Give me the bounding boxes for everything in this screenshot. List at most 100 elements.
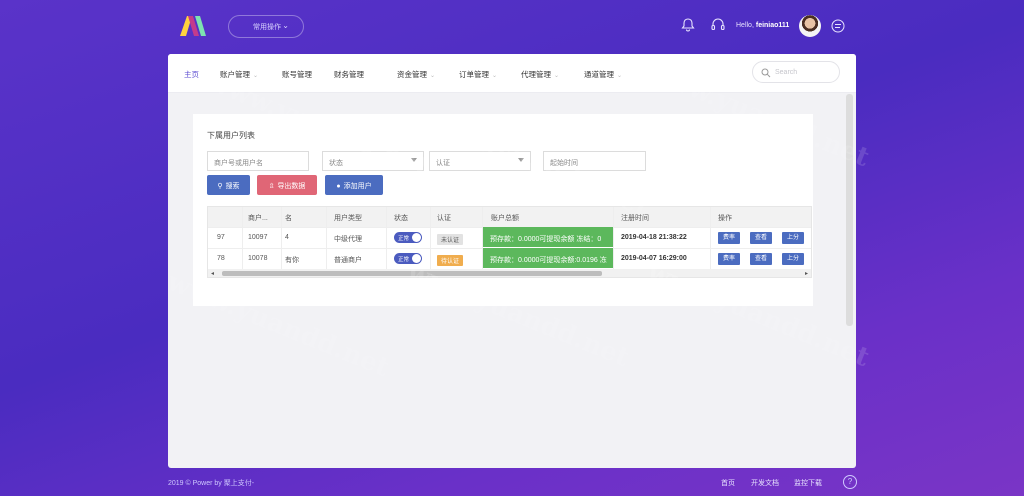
- chevron-down-icon: ⌄: [617, 73, 623, 79]
- user-type: 中级代理: [334, 236, 362, 243]
- row-id: 78: [217, 255, 225, 262]
- user-name: 4: [285, 234, 289, 241]
- rate-button[interactable]: 费率: [718, 232, 740, 244]
- status-toggle-cell: 正常: [394, 248, 430, 269]
- vertical-scrollbar[interactable]: [846, 94, 853, 326]
- scroll-right-icon[interactable]: ▸: [805, 270, 808, 277]
- nav-item-label: 代理管理: [521, 70, 551, 79]
- bell-icon[interactable]: [680, 17, 696, 33]
- nav-item-home[interactable]: 主页: [184, 69, 199, 80]
- chevron-down-icon: ⌄: [492, 73, 498, 79]
- horizontal-scrollbar[interactable]: ◂ ▸: [208, 269, 811, 277]
- column-divider: [242, 207, 243, 269]
- page-title: 下属用户列表: [207, 131, 255, 140]
- export-button-label: 导出数据: [277, 183, 306, 190]
- footer-link-home[interactable]: 首页: [721, 478, 735, 488]
- start-time-input[interactable]: 起始时间: [543, 151, 646, 171]
- toggle-knob: [412, 254, 421, 263]
- username: feiniao111: [755, 22, 790, 29]
- quick-actions-dropdown[interactable]: 常用操作 ⌄: [228, 15, 304, 38]
- table-row[interactable]: 78 10078 有你 普通商户 正常 待认证 预存款：0.0000可提现余额:…: [208, 248, 811, 270]
- column-header: [217, 207, 237, 227]
- top-bar: 常用操作 ⌄ Hello, feiniao111: [0, 0, 1024, 54]
- column-divider: [386, 207, 387, 269]
- chevron-down-icon: ⌄: [282, 21, 289, 30]
- status-toggle[interactable]: 正常: [394, 253, 422, 264]
- chevron-down-icon: ⌄: [253, 73, 259, 79]
- nav-item-label: 主页: [184, 70, 199, 79]
- column-header[interactable]: 用户类型: [334, 207, 374, 227]
- add-points-button[interactable]: 上分: [782, 232, 804, 244]
- status-select-label: 状态: [329, 160, 343, 167]
- account-filter-placeholder: 商户号或用户名: [214, 160, 263, 167]
- column-header[interactable]: 名: [285, 207, 315, 227]
- column-header[interactable]: 状态: [394, 207, 424, 227]
- scroll-thumb[interactable]: [222, 271, 602, 276]
- column-header[interactable]: 认证: [437, 207, 467, 227]
- status-toggle-label: 正常: [398, 236, 410, 242]
- nav-item-channels[interactable]: 通道管理 ⌄: [584, 69, 622, 80]
- chevron-down-icon: ⌄: [554, 73, 560, 79]
- footer-link-docs[interactable]: 开发文档: [751, 478, 779, 488]
- nav-item-finance[interactable]: 财务管理: [334, 69, 364, 80]
- column-divider: [710, 207, 711, 269]
- balance-cell: 预存款：0.0000可提现余额:0.0196 冻: [482, 248, 613, 268]
- view-button[interactable]: 查看: [750, 253, 772, 265]
- search-icon: [761, 68, 771, 78]
- user-name: 有你: [285, 257, 299, 264]
- nav-item-orders[interactable]: 订单管理 ⌄: [459, 69, 497, 80]
- caret-down-icon: [518, 158, 524, 162]
- status-select[interactable]: 状态: [322, 151, 424, 171]
- nav-item-label: 通道管理: [584, 70, 614, 79]
- view-button[interactable]: 查看: [750, 232, 772, 244]
- add-user-button[interactable]: ● 添加用户: [325, 175, 383, 195]
- top-navigation: 主页 账户管理 ⌄ 账号管理 财务管理 资金管理 ⌄ 订单管理 ⌄ 代理管理 ⌄ 通道管…: [168, 54, 856, 93]
- auth-select[interactable]: 认证: [429, 151, 531, 171]
- status-toggle-label: 正常: [398, 257, 410, 263]
- greeting-text: Hello,: [736, 22, 754, 29]
- headset-icon[interactable]: [710, 17, 726, 33]
- auth-badge: 待认证: [437, 255, 464, 266]
- nav-item-account[interactable]: 账户管理 ⌄: [220, 69, 258, 80]
- search-placeholder: Search: [775, 69, 798, 76]
- column-header[interactable]: 商户...: [248, 207, 278, 227]
- nav-item-label: 账号管理: [282, 70, 312, 79]
- table-row[interactable]: 97 10097 4 中级代理 正常 未认证 预存款：0.0000可提现余额 冻…: [208, 227, 811, 249]
- export-button[interactable]: ⇫ 导出数据: [257, 175, 317, 195]
- nav-item-label: 财务管理: [334, 70, 364, 79]
- column-header[interactable]: 注册时间: [621, 207, 681, 227]
- user-table: 商户... 名 用户类型 状态 认证 账户总额 注册时间 操作 97 10097…: [207, 206, 812, 278]
- auth-cell: 未认证: [437, 227, 473, 248]
- table-header: 商户... 名 用户类型 状态 认证 账户总额 注册时间 操作: [208, 207, 811, 228]
- footer-link-download[interactable]: 监控下载: [794, 478, 822, 488]
- column-divider: [482, 207, 483, 269]
- scroll-left-icon[interactable]: ◂: [211, 270, 214, 277]
- column-divider: [326, 207, 327, 269]
- register-time: 2019-04-07 16:29:00: [621, 255, 687, 262]
- add-points-button[interactable]: 上分: [782, 253, 804, 265]
- copyright: 2019 © Power by 聚上支付-: [168, 480, 255, 487]
- search-button[interactable]: ⚲ 搜索: [207, 175, 250, 195]
- column-header: 操作: [718, 215, 732, 222]
- user-list-card: 下属用户列表 商户号或用户名 状态 认证 起始时间 ⚲ 搜索 ⇫ 导出数据 ● 添加用…: [193, 114, 813, 306]
- add-user-button-label: 添加用户: [343, 183, 372, 190]
- column-header[interactable]: 账户总额: [491, 207, 551, 227]
- user-greeting[interactable]: Hello, feiniao111: [736, 22, 789, 29]
- avatar[interactable]: [799, 15, 821, 37]
- rate-button[interactable]: 费率: [718, 253, 740, 265]
- chevron-down-icon: ⌄: [430, 73, 436, 79]
- logo-icon[interactable]: [178, 14, 208, 38]
- search-input[interactable]: Search: [752, 61, 840, 83]
- nav-item-accounts[interactable]: 账号管理: [282, 69, 312, 80]
- merchant-id: 10078: [248, 255, 268, 262]
- status-toggle[interactable]: 正常: [394, 232, 422, 243]
- account-filter-input[interactable]: 商户号或用户名: [207, 151, 309, 171]
- register-time: 2019-04-18 21:38:22: [621, 234, 687, 241]
- nav-item-agents[interactable]: 代理管理 ⌄: [521, 69, 559, 80]
- column-divider: [613, 207, 614, 269]
- status-toggle-cell: 正常: [394, 227, 430, 248]
- search-icon: ⚲: [217, 183, 223, 190]
- help-icon[interactable]: ?: [843, 475, 857, 489]
- nav-item-funds[interactable]: 资金管理 ⌄: [397, 69, 435, 80]
- chat-menu-icon[interactable]: [831, 19, 845, 33]
